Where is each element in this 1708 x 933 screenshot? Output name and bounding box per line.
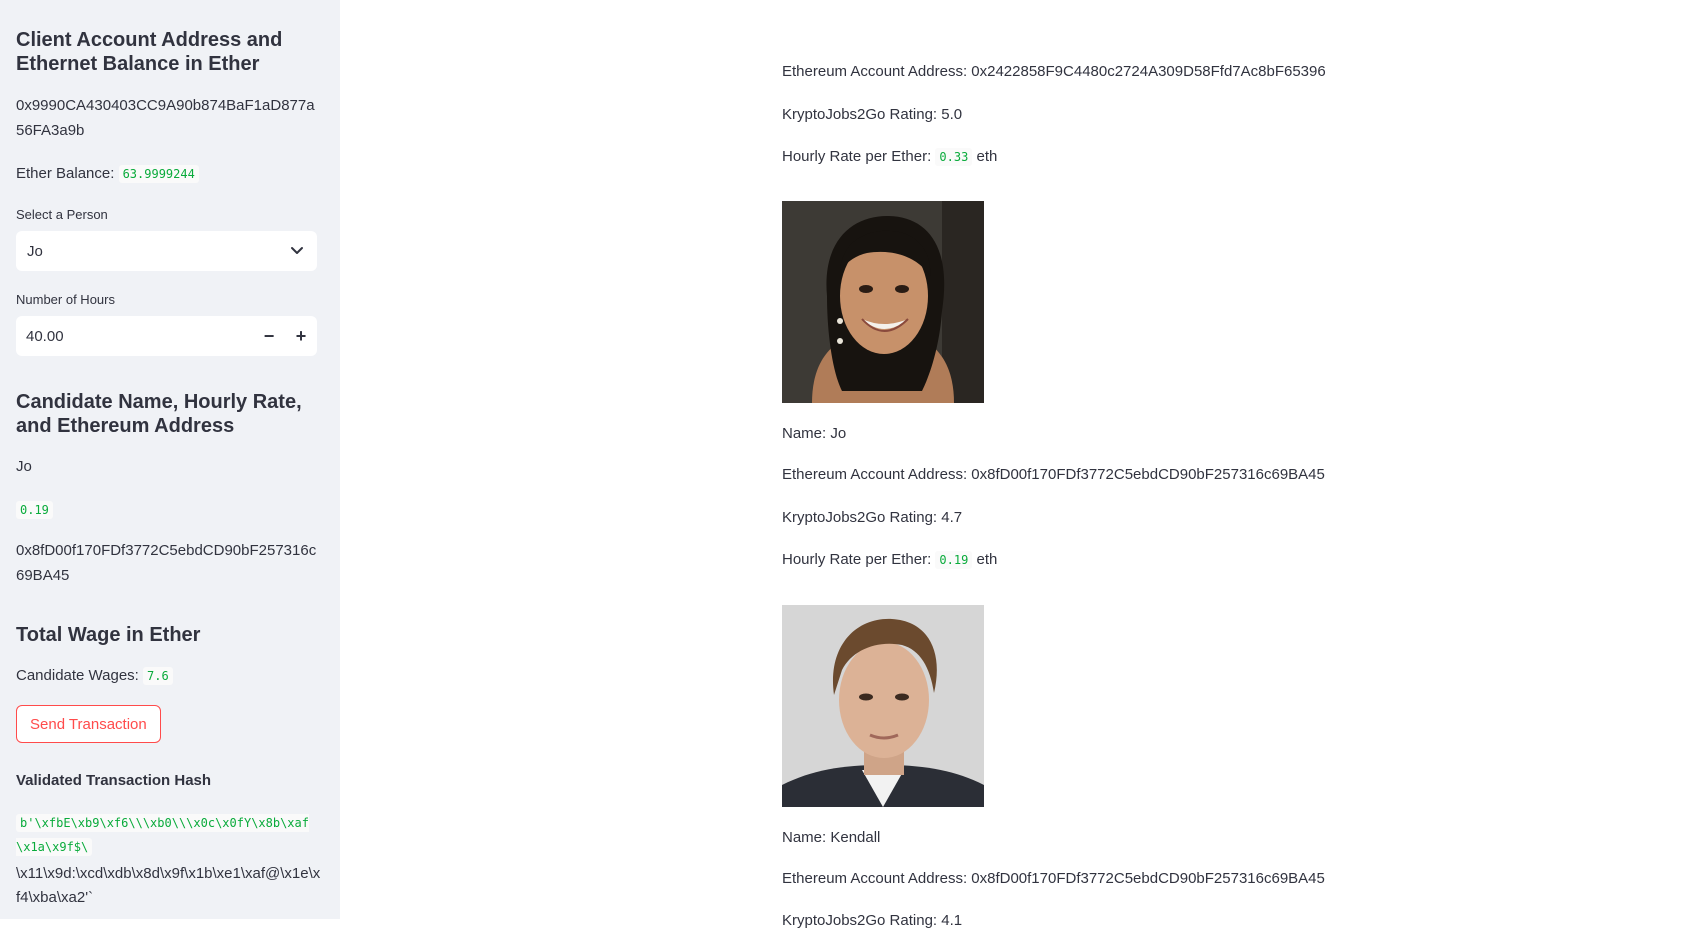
rate-label-jo: Hourly Rate per Ether:	[782, 551, 932, 568]
client-address: 0x9990CA430403CC9A90b874BaF1aD877a56FA3a…	[16, 97, 315, 139]
candidate-rating-jo: KryptoJobs2Go Rating: 4.7	[782, 509, 963, 526]
client-heading: Client Account Address and Ethernet Bala…	[16, 29, 283, 75]
hours-increment-button[interactable]: +	[285, 316, 317, 356]
candidate-heading: Candidate Name, Hourly Rate, and Ethereu…	[16, 391, 302, 437]
send-transaction-button[interactable]: Send Transaction	[16, 705, 161, 743]
rate-unit-jo: eth	[976, 551, 998, 568]
candidate-name-kendall: Name: Kendall	[782, 829, 881, 846]
hours-decrement-button[interactable]: −	[253, 316, 285, 356]
hours-stepper: 40.00 − +	[16, 316, 317, 356]
candidate-name-jo: Name: Jo	[782, 425, 847, 442]
transaction-hash-code: b'\xfbE\xb9\xf6\\\xb0\\\x0c\x0fY\x8b\xaf…	[16, 814, 309, 856]
candidate-wages: Candidate Wages: 7.6	[16, 663, 173, 689]
wage-heading: Total Wage in Ether	[16, 624, 201, 646]
candidate-address-jo: Ethereum Account Address: 0x8fD00f170FDf…	[782, 466, 1325, 483]
candidate-photo-jo	[782, 201, 984, 403]
candidate-rate-0: Hourly Rate per Ether: 0.33 eth	[782, 144, 997, 170]
rate-unit-0: eth	[976, 148, 998, 165]
candidate-rate: 0.19	[16, 497, 53, 523]
select-person-label: Select a Person	[16, 207, 108, 222]
rate-value-0: 0.33	[935, 148, 973, 166]
candidate-wages-value: 7.6	[143, 667, 173, 685]
ether-balance: Ether Balance: 63.9999244	[16, 161, 199, 187]
candidate-rate-value: 0.19	[16, 501, 53, 519]
rate-value-jo: 0.19	[935, 551, 973, 569]
candidate-rate-jo: Hourly Rate per Ether: 0.19 eth	[782, 547, 997, 573]
ether-balance-value: 63.9999244	[118, 165, 199, 183]
transaction-hash-rest: \x11\x9d:\xcd\xdb\x8d\x9f\x1b\xe1\xaf@\x…	[16, 865, 321, 906]
candidate-address-kendall: Ethereum Account Address: 0x8fD00f170FDf…	[782, 870, 1325, 887]
candidate-address: 0x8fD00f170FDf3772C5ebdCD90bF257316c69BA…	[16, 542, 317, 584]
hours-label: Number of Hours	[16, 292, 115, 307]
transaction-hash: b'\xfbE\xb9\xf6\\\xb0\\\x0c\x0fY\x8b\xaf…	[16, 811, 321, 859]
rate-label-0: Hourly Rate per Ether:	[782, 148, 932, 165]
candidate-wages-label: Candidate Wages:	[16, 667, 139, 684]
chevron-down-icon	[291, 247, 303, 254]
sidebar: Client Account Address and Ethernet Bala…	[0, 0, 340, 919]
candidate-rating-0: KryptoJobs2Go Rating: 5.0	[782, 106, 963, 123]
candidate-photo-kendall	[782, 605, 984, 807]
hours-input[interactable]: 40.00	[26, 328, 253, 345]
candidate-address-0: Ethereum Account Address: 0x2422858F9C44…	[782, 63, 1326, 80]
select-person-dropdown[interactable]: Jo	[16, 231, 317, 271]
select-person-value: Jo	[27, 242, 43, 260]
candidate-name: Jo	[16, 458, 32, 475]
ether-balance-label: Ether Balance:	[16, 165, 115, 182]
hash-heading: Validated Transaction Hash	[16, 772, 212, 789]
candidate-rating-kendall: KryptoJobs2Go Rating: 4.1	[782, 912, 963, 929]
